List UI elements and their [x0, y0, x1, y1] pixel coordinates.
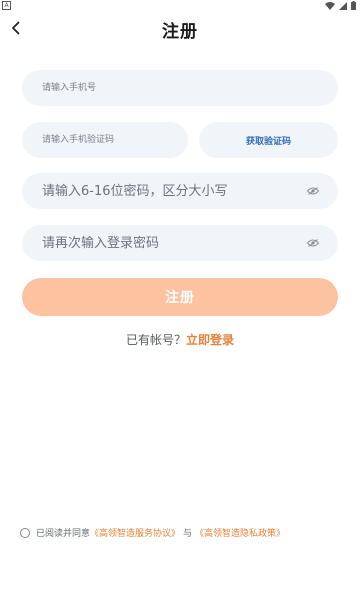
privacy-policy-link[interactable]: 《高领智造隐私政策》: [195, 526, 285, 539]
service-agreement-link[interactable]: 《高领智造服务协议》: [90, 526, 180, 539]
password-field[interactable]: [22, 173, 338, 209]
status-bar: A: [0, 0, 360, 12]
confirm-password-field[interactable]: [22, 225, 338, 261]
password-input[interactable]: [42, 173, 306, 209]
battery-icon: [351, 1, 356, 10]
code-input[interactable]: [42, 122, 170, 158]
get-code-button[interactable]: 获取验证码: [199, 122, 338, 158]
eye-icon[interactable]: [306, 186, 320, 196]
agreement-prefix: 已阅读并同意: [36, 529, 91, 539]
signal-icon: [339, 1, 347, 10]
phone-input[interactable]: [42, 70, 320, 106]
eye-icon[interactable]: [306, 238, 320, 248]
code-field[interactable]: [22, 122, 188, 158]
agreement: 已阅读并同意 《高领智造服务协议》 与 《高领智造隐私政策》: [20, 526, 350, 539]
header: 注册: [0, 12, 360, 46]
agree-radio[interactable]: [20, 527, 30, 538]
login-link[interactable]: 立即登录: [186, 333, 234, 347]
login-line: 已有帐号？立即登录: [0, 331, 360, 348]
register-button[interactable]: 注册: [22, 278, 338, 316]
status-icons: [325, 1, 356, 10]
page-title: 注册: [162, 22, 198, 42]
login-prompt: 已有帐号？: [125, 333, 186, 347]
phone-field[interactable]: [22, 70, 338, 106]
notification-icon: A: [2, 1, 11, 10]
wifi-icon: [325, 1, 335, 10]
agreement-connector: 与: [183, 529, 193, 539]
confirm-password-input[interactable]: [42, 225, 306, 261]
